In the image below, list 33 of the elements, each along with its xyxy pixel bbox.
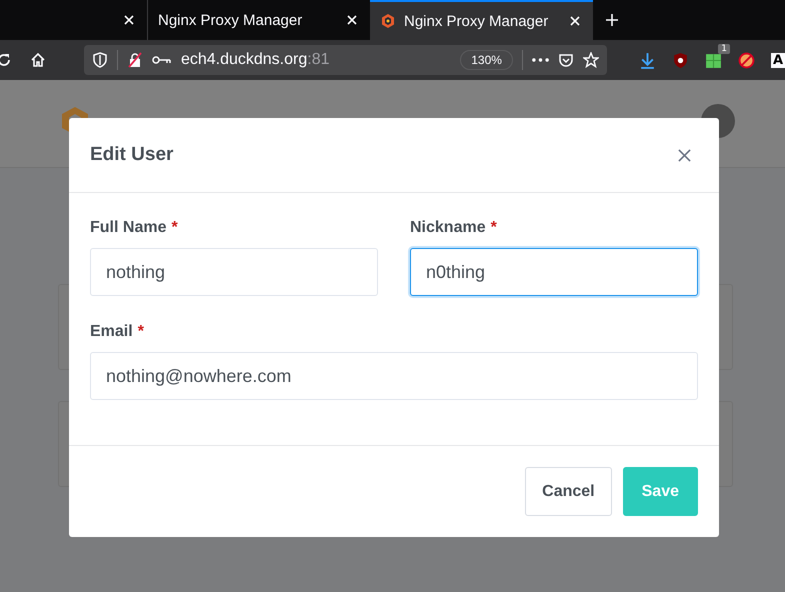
zoom-level-button[interactable]: 130% (460, 50, 513, 70)
pocket-icon[interactable] (558, 52, 574, 68)
field-label: Email (90, 323, 133, 341)
home-icon[interactable] (30, 52, 46, 68)
url-text: ech4.duckdns.org:81 (180, 51, 330, 69)
tab-title: Nginx Proxy Manager (404, 12, 550, 30)
dialog-title: Edit User (90, 144, 174, 166)
grid-extension-icon[interactable] (704, 52, 722, 68)
key-icon[interactable] (152, 55, 172, 65)
shield-icon[interactable] (92, 52, 108, 68)
no-entry-extension-icon[interactable] (738, 52, 755, 68)
address-bar[interactable]: ech4.duckdns.org:81 130% (84, 45, 607, 75)
input-field[interactable]: nothing@nowhere.com (90, 352, 698, 400)
extension-button[interactable]: A (770, 52, 785, 68)
cancel-button[interactable]: Cancel (525, 467, 612, 516)
reload-icon[interactable] (0, 52, 12, 68)
star-icon[interactable] (582, 52, 599, 68)
more-icon[interactable] (532, 58, 549, 62)
required-mark: * (171, 219, 178, 237)
input-field[interactable]: n0thing (410, 248, 698, 296)
new-tab-icon[interactable] (605, 13, 619, 27)
hexagon-logo-icon (380, 13, 396, 29)
browser-tab[interactable]: Nginx Proxy Manager (370, 0, 593, 40)
shield-extension-icon[interactable] (672, 52, 689, 68)
input-field[interactable]: nothing (90, 248, 378, 296)
insecure-lock-icon[interactable] (126, 52, 143, 68)
download-icon[interactable] (638, 52, 656, 68)
required-mark: * (490, 219, 497, 237)
required-mark: * (138, 323, 144, 341)
field-label: Full Name (90, 219, 166, 237)
count-badge: 1 (718, 44, 730, 54)
field-label: Nickname (410, 219, 486, 237)
tab-title: Nginx Proxy Manager (158, 12, 304, 28)
